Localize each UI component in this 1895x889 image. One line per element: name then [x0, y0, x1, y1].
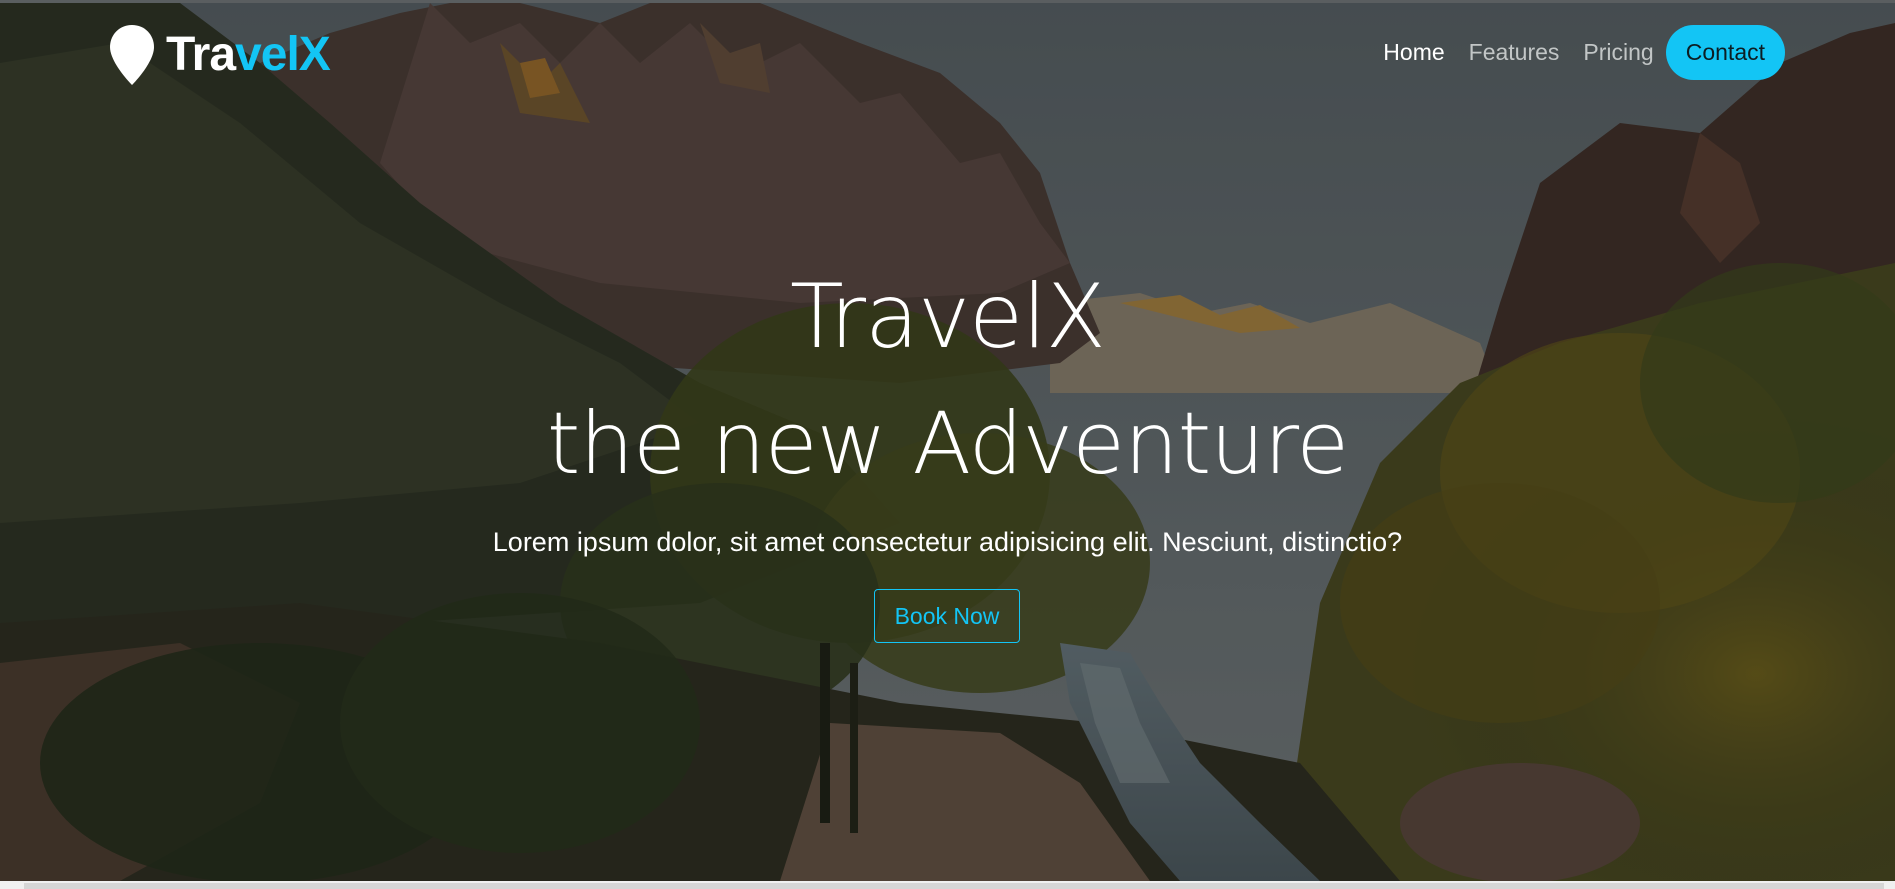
- hero-title-line-1: TravelX: [790, 265, 1106, 368]
- scrollbar-thumb[interactable]: [24, 883, 1884, 889]
- brand-wordmark-white: Tra: [166, 28, 236, 81]
- nav-links: Home Features Pricing Contact: [1383, 25, 1785, 80]
- nav-home-link[interactable]: Home: [1383, 39, 1444, 66]
- page: TravelX Home Features Pricing Contact Tr…: [0, 0, 1895, 889]
- hero-lead-text: Lorem ipsum dolor, sit amet consectetur …: [492, 527, 1403, 557]
- map-pin-icon: [110, 25, 154, 85]
- top-navbar: TravelX Home Features Pricing Contact: [0, 3, 1895, 103]
- brand-wordmark: TravelX: [166, 28, 331, 81]
- brand-wordmark-blue: velX: [235, 28, 331, 81]
- nav-features-link[interactable]: Features: [1469, 39, 1560, 66]
- contact-button[interactable]: Contact: [1665, 25, 1785, 80]
- window-top-border: [0, 0, 1895, 3]
- book-now-button[interactable]: Book Now: [874, 589, 1020, 643]
- hero-title-line-2: the new Adventure: [546, 394, 1349, 494]
- nav-pricing-link[interactable]: Pricing: [1583, 39, 1653, 66]
- horizontal-scrollbar[interactable]: [0, 881, 1895, 889]
- brand-logo-link[interactable]: TravelX: [108, 23, 331, 87]
